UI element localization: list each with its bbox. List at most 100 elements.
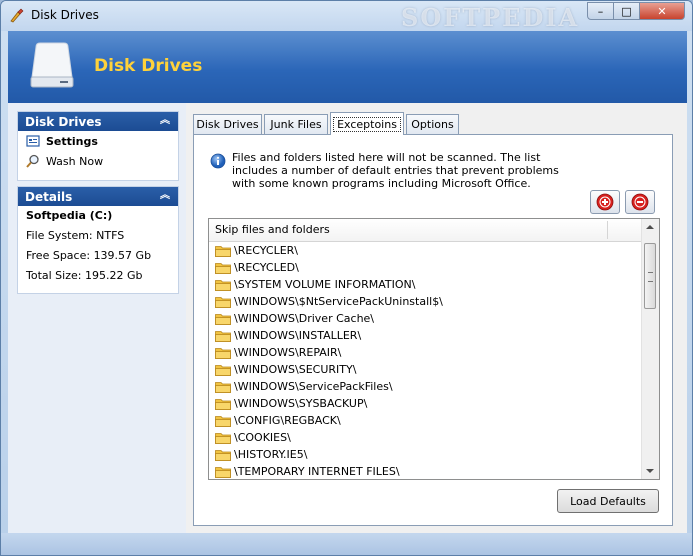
remove-icon [631, 193, 649, 211]
grip-icon [648, 272, 653, 282]
folder-icon [215, 279, 231, 291]
list-item-label: \WINDOWS\Driver Cache\ [234, 312, 375, 325]
softpedia-watermark: SOFTPEDIA [401, 3, 580, 32]
list-item[interactable]: \SYSTEM VOLUME INFORMATION\ [209, 276, 641, 293]
tab-exceptions[interactable]: Exceptoins [330, 112, 404, 135]
exceptions-panel: Files and folders listed here will not b… [193, 134, 673, 526]
window-bottom-edge [1, 533, 692, 555]
free-space: Free Space: 139.57 Gb [26, 249, 152, 262]
folder-icon [215, 347, 231, 359]
folder-icon [215, 330, 231, 342]
tab-label: Junk Files [270, 118, 322, 131]
list-header[interactable]: Skip files and folders [209, 219, 659, 242]
main-content: Disk Drives Junk Files Exceptoins Option… [186, 103, 687, 533]
load-defaults-button[interactable]: Load Defaults [557, 489, 659, 513]
info-icon [210, 153, 226, 169]
details-panel: Details ︽ Softpedia (C:) File System: NT… [17, 186, 179, 294]
folder-icon [215, 262, 231, 274]
list-item[interactable]: \WINDOWS\INSTALLER\ [209, 327, 641, 344]
close-icon: ✕ [657, 4, 667, 18]
sidebar-item-settings[interactable]: Settings [18, 131, 178, 151]
banner-title: Disk Drives [94, 56, 203, 76]
folder-icon [215, 466, 231, 478]
title-bar[interactable]: Disk Drives SOFTPEDIA – □ ✕ [1, 1, 692, 32]
window-title: Disk Drives [31, 8, 99, 22]
list-item-label: \HISTORY.IE5\ [234, 448, 308, 461]
list-item-label: \WINDOWS\REPAIR\ [234, 346, 342, 359]
list-item-label: \WINDOWS\SYSBACKUP\ [234, 397, 368, 410]
list-item[interactable]: \RECYCLED\ [209, 259, 641, 276]
list-item[interactable]: \WINDOWS\REPAIR\ [209, 344, 641, 361]
list-item[interactable]: \HISTORY.IE5\ [209, 446, 641, 463]
details-panel-header[interactable]: Details ︽ [18, 187, 178, 206]
list-item[interactable]: \COOKIES\ [209, 429, 641, 446]
exceptions-list[interactable]: Skip files and folders \RECYCLER\ \RECYCL… [208, 218, 660, 480]
file-system: File System: NTFS [26, 229, 125, 242]
sidebar-item-label: Wash Now [46, 154, 104, 168]
list-item[interactable]: \WINDOWS\$NtServicePackUninstall$\ [209, 293, 641, 310]
broom-app-icon [10, 8, 24, 23]
actions-panel: Disk Drives ︽ Settings Wash Now [17, 111, 179, 181]
tab-label: Exceptoins [333, 116, 401, 132]
tab-junk-files[interactable]: Junk Files [264, 114, 328, 134]
column-separator [607, 221, 608, 239]
folder-icon [215, 398, 231, 410]
add-exception-button[interactable] [590, 190, 620, 214]
add-icon [596, 193, 614, 211]
info-text: Files and folders listed here will not b… [232, 151, 559, 190]
sidebar: Disk Drives ︽ Settings Wash Now Details … [8, 103, 186, 533]
folder-icon [215, 415, 231, 427]
list-item-label: \WINDOWS\ServicePackFiles\ [234, 380, 393, 393]
list-item-label: \TEMPORARY INTERNET FILES\ [234, 465, 400, 478]
remove-exception-button[interactable] [625, 190, 655, 214]
list-item[interactable]: \TEMPORARY INTERNET FILES\ [209, 463, 641, 479]
list-item-label: \WINDOWS\INSTALLER\ [234, 329, 362, 342]
actions-panel-header[interactable]: Disk Drives ︽ [18, 112, 178, 131]
drive-name: Softpedia (C:) [26, 209, 113, 222]
maximize-icon: □ [621, 4, 632, 18]
app-window: Disk Drives SOFTPEDIA – □ ✕ Disk Drives … [0, 0, 693, 556]
minimize-icon: – [597, 4, 604, 18]
scroll-up-icon[interactable] [646, 225, 654, 229]
folder-icon [215, 245, 231, 257]
list-item-label: \COOKIES\ [234, 431, 291, 444]
list-item-label: \SYSTEM VOLUME INFORMATION\ [234, 278, 416, 291]
magnifier-icon [26, 154, 40, 168]
list-item-label: \WINDOWS\SECURITY\ [234, 363, 357, 376]
column-header-skip: Skip files and folders [215, 223, 330, 236]
folder-icon [215, 449, 231, 461]
tab-label: Options [411, 118, 454, 131]
maximize-button[interactable]: □ [613, 2, 640, 20]
scroll-thumb[interactable] [644, 243, 656, 309]
list-item-label: \RECYCLER\ [234, 244, 299, 257]
disk-drive-icon [30, 42, 74, 88]
tab-label: Disk Drives [196, 118, 259, 131]
actions-panel-title: Disk Drives [25, 115, 102, 129]
list-item[interactable]: \WINDOWS\SECURITY\ [209, 361, 641, 378]
tab-disk-drives[interactable]: Disk Drives [193, 114, 262, 134]
list-item[interactable]: \WINDOWS\ServicePackFiles\ [209, 378, 641, 395]
tab-options[interactable]: Options [406, 114, 459, 134]
minimize-button[interactable]: – [587, 2, 614, 20]
scroll-down-icon[interactable] [646, 469, 654, 473]
list-item[interactable]: \CONFIG\REGBACK\ [209, 412, 641, 429]
folder-icon [215, 432, 231, 444]
folder-icon [215, 296, 231, 308]
total-size: Total Size: 195.22 Gb [26, 269, 143, 282]
list-item-label: \WINDOWS\$NtServicePackUninstall$\ [234, 295, 443, 308]
list-item-label: \CONFIG\REGBACK\ [234, 414, 341, 427]
header-banner: Disk Drives [8, 31, 687, 103]
collapse-icon[interactable]: ︽ [158, 114, 172, 128]
close-button[interactable]: ✕ [639, 2, 685, 20]
sidebar-item-wash-now[interactable]: Wash Now [18, 151, 178, 171]
list-item[interactable]: \RECYCLER\ [209, 242, 641, 259]
folder-icon [215, 381, 231, 393]
collapse-icon[interactable]: ︽ [158, 189, 172, 203]
folder-icon [215, 364, 231, 376]
settings-icon [26, 134, 40, 148]
vertical-scrollbar[interactable] [641, 219, 659, 479]
exceptions-items: \RECYCLER\ \RECYCLED\ \SYSTEM VOLUME INFOR… [209, 242, 641, 479]
list-item[interactable]: \WINDOWS\SYSBACKUP\ [209, 395, 641, 412]
folder-icon [215, 313, 231, 325]
list-item[interactable]: \WINDOWS\Driver Cache\ [209, 310, 641, 327]
